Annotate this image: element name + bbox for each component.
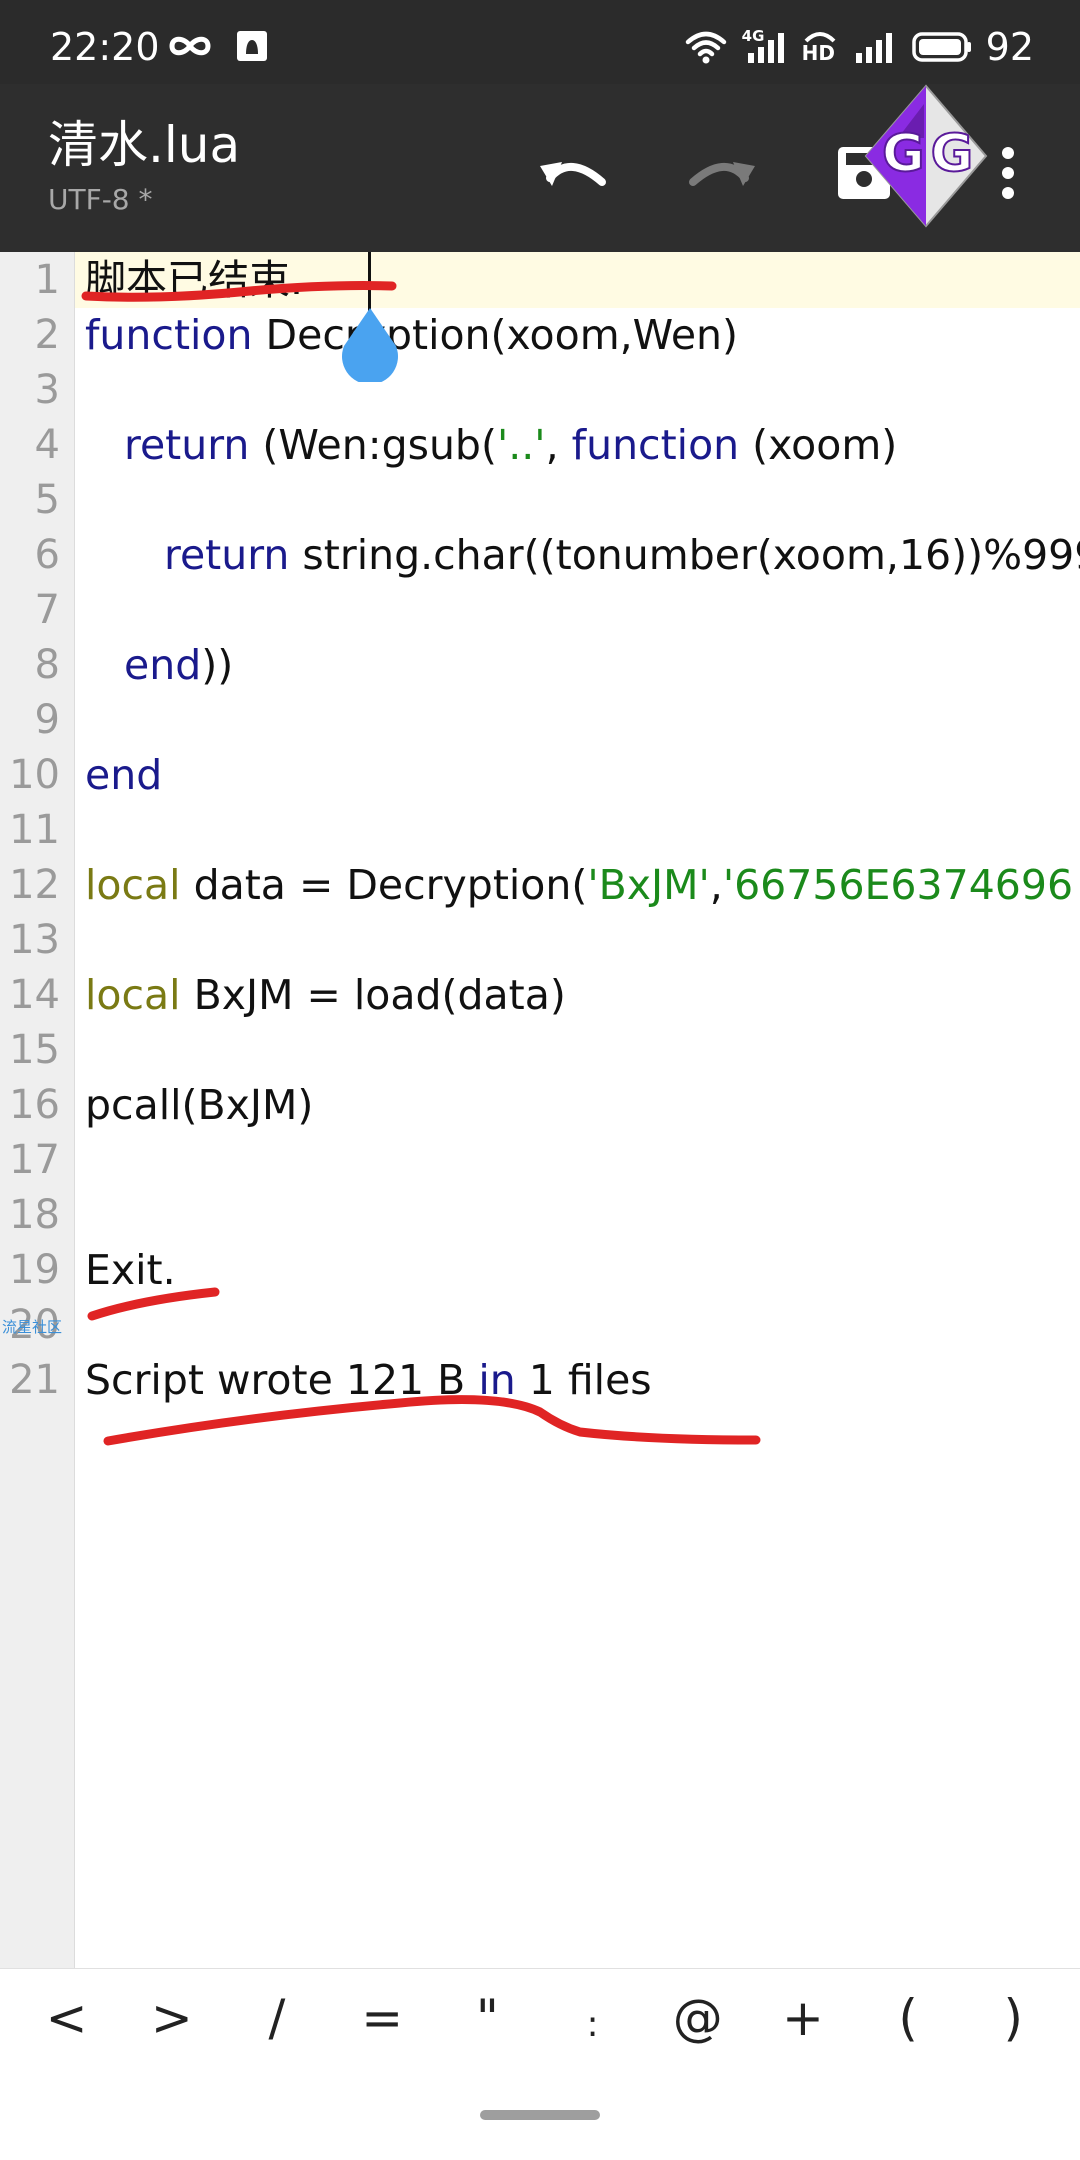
symbol-key[interactable]: (: [863, 1993, 953, 2043]
status-time: 22:20: [50, 25, 160, 69]
gameguardian-floating-icon[interactable]: GG: [862, 82, 990, 230]
undo-icon: [540, 162, 606, 186]
code-text: (xoom): [739, 421, 898, 469]
status-right: 4G HD 92: [684, 25, 1034, 69]
symbol-key[interactable]: >: [127, 1993, 217, 2043]
keyword-local: local: [85, 971, 181, 1019]
redo-icon: [689, 162, 755, 186]
line-number: 7: [34, 587, 60, 633]
cursor-handle-icon[interactable]: [338, 306, 402, 382]
signal-icon: [855, 33, 892, 63]
line-number: 5: [34, 477, 60, 523]
status-bar: 22:20 4G HD 92: [0, 0, 1080, 84]
line-number: 16: [9, 1082, 60, 1128]
hd-icon: HD: [802, 29, 838, 65]
keyword: in: [478, 1356, 516, 1404]
line-number: 11: [9, 807, 60, 853]
symbol-key[interactable]: :: [548, 1993, 638, 2043]
code-text: ,: [545, 421, 572, 469]
code-text: 1 files: [515, 1356, 652, 1404]
line-number: 1: [34, 257, 60, 303]
code-line-21: Script wrote 121 B in 1 files: [85, 1352, 652, 1408]
code-text: ,: [709, 861, 723, 909]
line-number: 2: [34, 312, 60, 358]
line-number: 15: [9, 1027, 60, 1073]
code-line-8: end)): [124, 637, 233, 693]
keyword: function: [571, 421, 740, 469]
file-encoding: UTF-8 *: [48, 183, 153, 216]
symbol-key[interactable]: ": [442, 1993, 532, 2043]
code-line-10: end: [85, 747, 162, 803]
text-cursor: [368, 252, 371, 314]
code-line-14: local BxJM = load(data): [85, 967, 566, 1023]
symbol-key[interactable]: +: [758, 1993, 848, 2043]
code-line-16: pcall(BxJM): [85, 1077, 313, 1133]
symbol-key[interactable]: <: [22, 1993, 112, 2043]
code-line-19: Exit.: [85, 1242, 176, 1298]
line-number: 12: [9, 862, 60, 908]
code-text: )): [201, 641, 234, 689]
line-number: 3: [34, 367, 60, 413]
gg-logo-text: GG: [881, 123, 980, 185]
infinity-icon: [169, 36, 211, 56]
code-line-2: function Decryption(xoom,Wen): [85, 307, 738, 363]
home-gesture-bar[interactable]: [480, 2110, 600, 2120]
symbol-key[interactable]: =: [337, 1993, 427, 2043]
battery-level: 92: [985, 25, 1034, 69]
code-text: Exit.: [85, 1246, 176, 1294]
symbol-key[interactable]: ): [968, 1993, 1058, 2043]
4g-signal-icon: 4G: [742, 27, 788, 65]
keyword: function: [85, 311, 253, 359]
keyword: return: [124, 421, 250, 469]
line-number: 4: [34, 422, 60, 468]
code-text: Decryption(xoom,Wen): [252, 311, 739, 359]
line-number: 8: [34, 642, 60, 688]
code-line-12: local data = Decryption('BxJM','66756E63…: [85, 857, 1073, 913]
code-line-4: return (Wen:gsub('..', function (xoom): [124, 417, 897, 473]
code-text: (Wen:gsub(: [249, 421, 497, 469]
code-text: pcall(BxJM): [85, 1081, 314, 1129]
watermark: 流星社区: [2, 1318, 63, 1336]
keyword: end: [85, 751, 163, 799]
symbol-key[interactable]: /: [232, 1993, 322, 2043]
notification-icon: [237, 31, 267, 61]
code-text: BxJM = load(data): [180, 971, 566, 1019]
status-left-icons: [166, 30, 268, 62]
code-text: data = Decryption(: [180, 861, 588, 909]
line-number: 9: [34, 697, 60, 743]
keyword: return: [164, 531, 290, 579]
undo-button[interactable]: [535, 138, 615, 208]
code-text: 脚本已结束.: [85, 256, 304, 304]
line-number: 14: [9, 972, 60, 1018]
more-vert-icon: [1002, 147, 1014, 199]
line-number: 17: [9, 1137, 60, 1183]
symbol-shortcut-bar: < > / = " : @ + ( ): [0, 1968, 1080, 2066]
code-line-6: return string.char((tonumber(xoom,16))%9…: [164, 527, 1080, 583]
line-number: 21: [9, 1357, 60, 1403]
battery-icon: [911, 32, 971, 62]
code-text: Script wrote 121 B: [85, 1356, 479, 1404]
line-number: 10: [9, 752, 60, 798]
file-title: 清水.lua: [48, 116, 241, 174]
code-editor[interactable]: 1 2 3 4 5 6 7 8 9 10 11 12 13 14 15 16 1…: [0, 252, 1080, 1968]
line-number: 19: [9, 1247, 60, 1293]
code-text: string.char((tonumber(xoom,16))%999): [289, 531, 1080, 579]
symbol-key[interactable]: @: [653, 1993, 743, 2043]
string-literal: '66756E6374696: [722, 861, 1074, 909]
line-number: 13: [9, 917, 60, 963]
more-options-button[interactable]: [986, 138, 1030, 208]
line-number: 6: [34, 532, 60, 578]
keyword-local: local: [85, 861, 181, 909]
string-literal: '..': [496, 421, 546, 469]
line-number: 18: [9, 1192, 60, 1238]
code-line-1: 脚本已结束.: [85, 252, 303, 308]
keyword: end: [124, 641, 202, 689]
hd-label: HD: [801, 41, 835, 65]
redo-button[interactable]: [680, 138, 760, 208]
string-literal: 'BxJM': [587, 861, 710, 909]
wifi-icon: [685, 31, 726, 64]
